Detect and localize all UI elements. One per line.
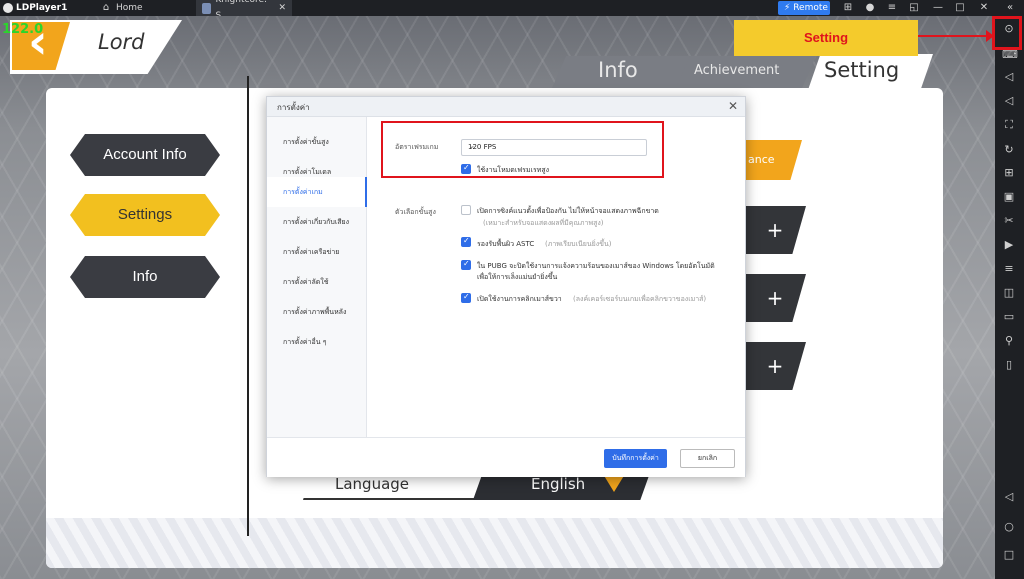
add-slot-button[interactable]: + bbox=[744, 274, 806, 322]
annotation-arrow bbox=[918, 30, 994, 42]
add-slot-button[interactable]: + bbox=[744, 342, 806, 390]
volume-down-icon[interactable]: ◁ bbox=[1002, 94, 1016, 108]
save-button[interactable]: บันทึกการตั้งค่า bbox=[604, 449, 667, 468]
apk-icon[interactable]: ▣ bbox=[1002, 190, 1016, 204]
screenshot-icon[interactable]: ⛶ bbox=[1002, 118, 1016, 132]
settings-button[interactable]: Settings bbox=[70, 194, 220, 236]
multi-instance-icon[interactable]: ◫ bbox=[1002, 286, 1016, 300]
remote-label: Remote bbox=[793, 3, 828, 13]
folder-icon[interactable]: ▭ bbox=[1002, 310, 1016, 324]
cancel-button[interactable]: ยกเลิก bbox=[680, 449, 735, 468]
ldplayer-logo-icon bbox=[3, 3, 13, 13]
settings-dialog: การตั้งค่า ✕ การตั้งค่าขั้นสูง การตั้งค่… bbox=[266, 96, 746, 477]
sidebar-item-network[interactable]: การตั้งค่าเครือข่าย bbox=[267, 237, 367, 267]
back-icon[interactable]: ◁ bbox=[1002, 490, 1016, 504]
remote-button[interactable]: ⚡ Remote bbox=[778, 1, 830, 15]
sidebar-item-game[interactable]: การตั้งค่าเกม bbox=[267, 177, 367, 207]
account-info-button[interactable]: Account Info bbox=[70, 134, 220, 176]
dialog-footer: บันทึกการตั้งค่า ยกเลิก bbox=[267, 437, 745, 477]
pubg-mouse-label-line2: เพื่อให้การเล็งแม่นยำยิ่งขึ้น bbox=[477, 273, 558, 281]
sidebar-highlight-box bbox=[992, 16, 1022, 50]
add-slot-button[interactable]: + bbox=[744, 206, 806, 254]
fps-counter: 122.0 bbox=[2, 22, 44, 37]
right-click-label: เปิดใช้งานการคลิกเมาส์ขวา bbox=[477, 295, 562, 303]
shake-icon[interactable]: ▯ bbox=[1002, 358, 1016, 372]
astc-label: รองรับพื้นผิว ASTC bbox=[477, 240, 535, 248]
sidebar-item-wallpaper[interactable]: การตั้งค่าภาพพื้นหลัง bbox=[267, 297, 367, 327]
maximize-icon[interactable]: □ bbox=[954, 0, 966, 16]
game-icon bbox=[202, 2, 212, 14]
tab-home[interactable]: ⌂ Home bbox=[100, 0, 143, 16]
collapse-sidebar-icon[interactable]: « bbox=[1004, 0, 1016, 16]
vsync-checkbox[interactable] bbox=[461, 205, 471, 215]
right-click-checkbox[interactable] bbox=[461, 292, 471, 303]
tab-achievement[interactable]: Achievement bbox=[676, 56, 816, 88]
close-icon[interactable]: ✕ bbox=[978, 0, 990, 16]
sidebar-item-shortcuts[interactable]: การตั้งค่าลัดใช้ bbox=[267, 267, 367, 297]
location-icon[interactable]: ⚲ bbox=[1002, 334, 1016, 348]
pubg-mouse-checkbox[interactable] bbox=[461, 259, 471, 270]
tab-info-label: Info bbox=[598, 58, 638, 82]
tab-info[interactable]: Info bbox=[552, 56, 692, 88]
dialog-header: การตั้งค่า ✕ bbox=[267, 97, 745, 117]
menu-icon[interactable]: ≡ bbox=[886, 0, 898, 16]
lord-title: Lord bbox=[98, 30, 145, 54]
sync-icon[interactable]: ↻ bbox=[1002, 143, 1016, 157]
tab-setting-label: Setting bbox=[824, 58, 900, 82]
language-value: English bbox=[531, 475, 586, 493]
panel-divider bbox=[247, 76, 249, 536]
highlight-box bbox=[381, 121, 664, 178]
sidebar-item-other[interactable]: การตั้งค่าอื่น ๆ bbox=[267, 327, 367, 357]
dialog-sidebar: การตั้งค่าขั้นสูง การตั้งค่าโมเดล การตั้… bbox=[267, 117, 367, 437]
home-nav-icon[interactable]: ○ bbox=[1002, 520, 1016, 534]
advanced-label: ตัวเลือกขั้นสูง bbox=[395, 208, 436, 216]
panel-pattern bbox=[46, 518, 943, 568]
astc-sublabel: (ภาพเรียบเนียนยิ่งขึ้น) bbox=[545, 240, 612, 248]
vsync-sublabel: (เหมาะสำหรับจอแสดงผลที่มีคุณภาพสูง) bbox=[483, 219, 604, 227]
tab-game[interactable]: Knightcore: S... ✕ bbox=[196, 0, 292, 21]
gamepad-icon[interactable]: ⊞ bbox=[842, 0, 854, 16]
language-label: Language bbox=[335, 475, 410, 493]
record-icon[interactable]: ▶ bbox=[1002, 238, 1016, 252]
astc-checkbox[interactable] bbox=[461, 236, 471, 247]
account-icon[interactable]: ● bbox=[864, 0, 876, 16]
dialog-close-icon[interactable]: ✕ bbox=[728, 99, 738, 113]
volume-up-icon[interactable]: ◁ bbox=[1002, 70, 1016, 84]
vsync-label: เปิดการซิงค์แนวตั้งเพื่อป้องกัน ไม่ให้หน… bbox=[477, 207, 659, 215]
home-icon: ⌂ bbox=[102, 2, 110, 13]
option-performance[interactable]: ance bbox=[744, 140, 802, 180]
tab-setting[interactable]: Setting bbox=[808, 54, 933, 90]
tab-achievement-label: Achievement bbox=[694, 63, 780, 78]
add-apk-icon[interactable]: ⊞ bbox=[1002, 166, 1016, 180]
sidebar-item-audio[interactable]: การตั้งค่าเกี่ยวกับเสียง bbox=[267, 207, 367, 237]
keyboard-icon[interactable]: ⌨ bbox=[1002, 48, 1018, 62]
option-performance-label: ance bbox=[748, 153, 775, 166]
minimize-icon[interactable]: — bbox=[932, 0, 944, 16]
sidebar-item-advanced[interactable]: การตั้งค่าขั้นสูง bbox=[267, 127, 367, 157]
app-name: LDPlayer1 bbox=[16, 3, 68, 13]
emulator-sidebar: ⊙ ⌨ ◁ ◁ ⛶ ↻ ⊞ ▣ ✂ ▶ ≡ ◫ ▭ ⚲ ▯ ◁ ○ □ bbox=[995, 16, 1024, 579]
restore-icon[interactable]: ◱ bbox=[908, 0, 920, 16]
tab-home-label: Home bbox=[116, 3, 143, 13]
recent-apps-icon[interactable]: □ bbox=[1002, 548, 1016, 562]
setting-annotation: Setting bbox=[734, 20, 918, 56]
scissors-icon[interactable]: ✂ bbox=[1002, 214, 1016, 228]
right-click-sublabel: (ลงค์เคอร์เซอร์บนเกมเพื่อคลิกขวาของเมาส์… bbox=[573, 295, 707, 303]
title-bar: LDPlayer1 ⌂ Home Knightcore: S... ✕ ⚡ Re… bbox=[0, 0, 1024, 21]
operation-record-icon[interactable]: ≡ bbox=[1002, 262, 1016, 276]
dialog-title: การตั้งค่า bbox=[277, 103, 310, 112]
info-button[interactable]: Info bbox=[70, 256, 220, 298]
pubg-mouse-label: ใน PUBG จะปิดใช้งานการแจ้งความร้อนของเมา… bbox=[477, 262, 715, 270]
close-tab-icon[interactable]: ✕ bbox=[278, 0, 286, 16]
